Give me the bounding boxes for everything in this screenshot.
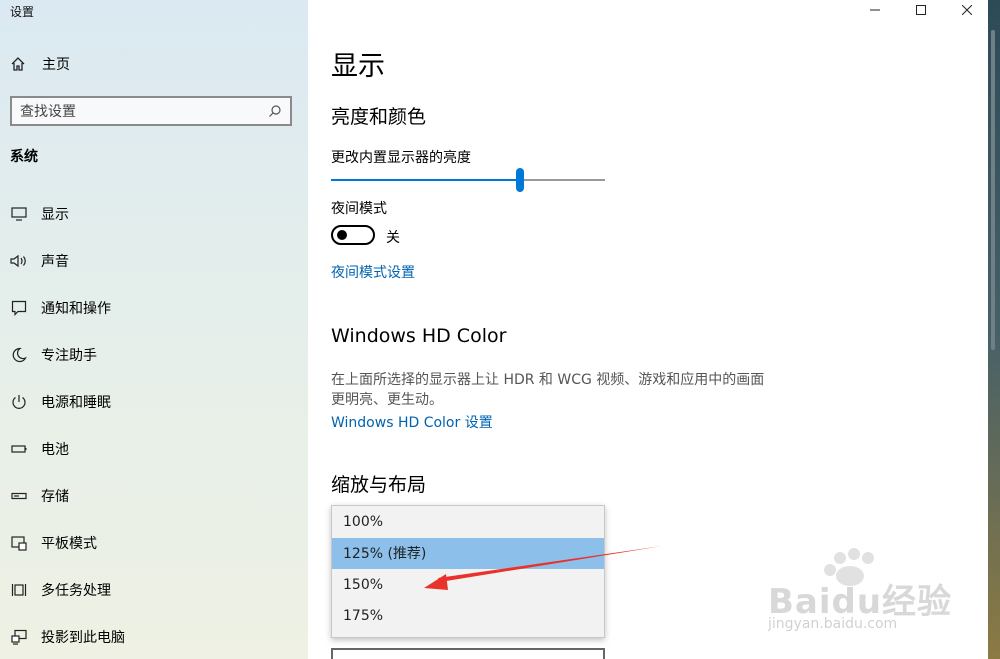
watermark-sub: jingyan.baidu.com: [768, 616, 898, 632]
